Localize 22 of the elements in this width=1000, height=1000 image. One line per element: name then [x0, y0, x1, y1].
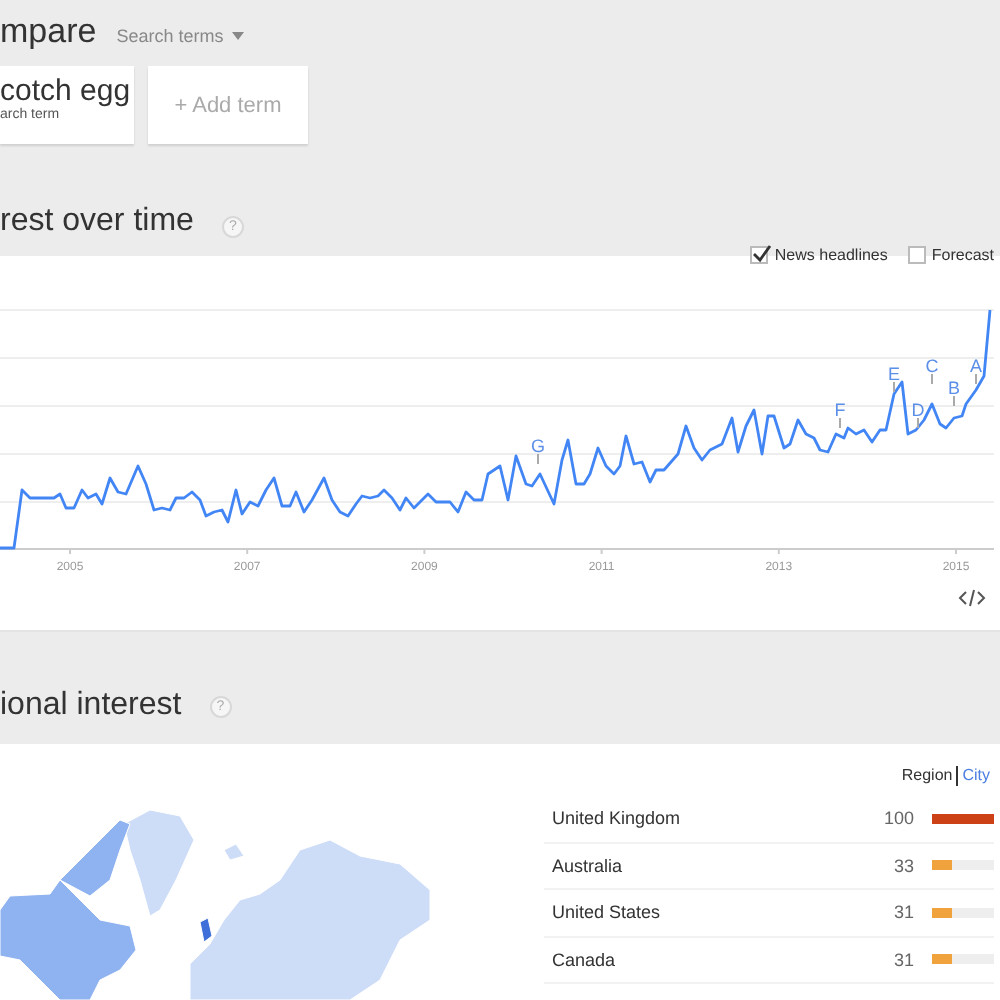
interest-value: 33 [891, 855, 914, 876]
interest-value: 31 [891, 949, 914, 970]
view-toggle[interactable]: Region [897, 766, 957, 786]
section-title: ional interest [0, 688, 182, 724]
search-terms-dropdown[interactable]: Search terms [116, 26, 244, 46]
interest-value: 100 [881, 808, 914, 829]
view-toggle[interactable]: City [958, 766, 994, 786]
section-title: mpare [0, 12, 97, 52]
term-name: cotch egg [0, 74, 133, 108]
add-term-button[interactable]: + Add term [148, 66, 308, 144]
caret-icon [231, 32, 244, 40]
region-name: United States [552, 902, 663, 923]
region-name: Canada [552, 949, 618, 970]
checkbox[interactable] [907, 246, 926, 264]
section-title: rest over time [0, 204, 194, 240]
interest-value: 31 [891, 902, 914, 923]
checkbox-label: Forecast [931, 246, 994, 264]
checkbox[interactable] [750, 246, 769, 264]
checkbox-label: News headlines [774, 246, 888, 264]
region-name: Australia [552, 855, 625, 876]
region-name: United Kingdom [552, 808, 683, 829]
embed-code-icon[interactable] [958, 589, 986, 607]
